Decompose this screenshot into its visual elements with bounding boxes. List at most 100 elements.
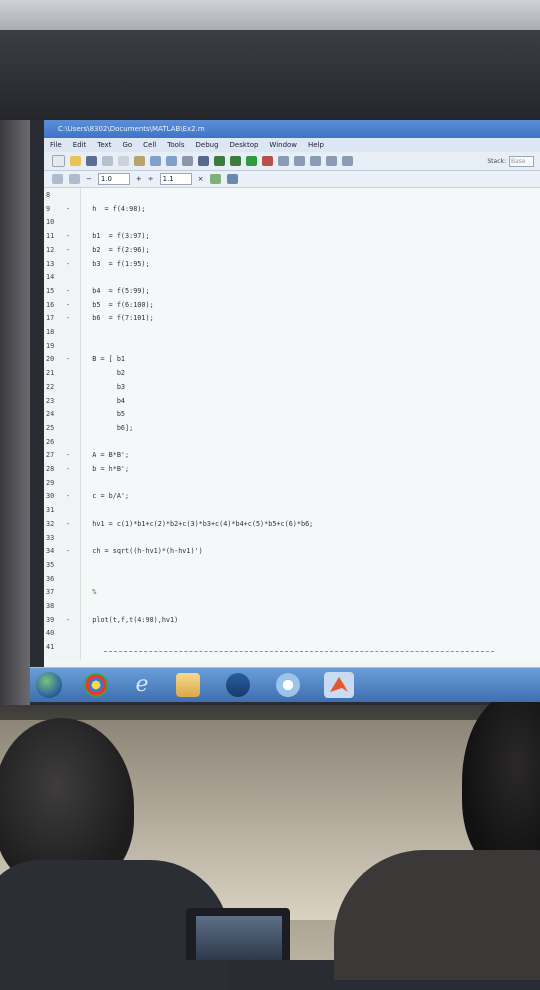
cut-icon[interactable] [102,156,113,166]
messenger-icon[interactable] [276,673,300,697]
code-line[interactable]: 9 - h = f(4:98); [44,204,504,214]
code-line[interactable]: 22 b3 [44,382,504,392]
windows-taskbar: e [30,667,540,702]
code-line[interactable]: 31 [44,505,504,515]
menu-window[interactable]: Window [269,138,297,152]
menu-cell[interactable]: Cell [143,138,156,152]
media-player-icon[interactable] [226,673,250,697]
new-file-icon[interactable] [52,155,65,167]
executable-line-marker[interactable]: - [66,519,70,529]
executable-line-marker[interactable]: - [66,231,70,241]
multiply-button[interactable]: × [198,175,204,183]
increment-button[interactable]: + [136,175,142,183]
code-line[interactable]: 17 - b6 = f(7:101); [44,313,504,323]
code-line[interactable]: 40 [44,628,504,638]
file-explorer-icon[interactable] [176,673,200,697]
executable-line-marker[interactable]: - [66,259,70,269]
code-line[interactable]: 20 - B = [ b1 [44,354,504,364]
code-line[interactable]: 41 [44,642,504,652]
debug-step-icon[interactable] [278,156,289,166]
save-icon[interactable] [86,156,97,166]
cell-eval-icon[interactable] [52,174,63,184]
executable-line-marker[interactable]: - [66,615,70,625]
code-line[interactable]: 29 [44,478,504,488]
code-line[interactable]: 24 b5 [44,409,504,419]
breakpoint-icon[interactable] [262,156,273,166]
chrome-icon[interactable] [84,673,108,697]
code-line[interactable]: 38 [44,601,504,611]
internet-explorer-icon[interactable]: e [130,673,154,697]
run-icon[interactable] [246,156,257,166]
executable-line-marker[interactable]: - [66,286,70,296]
debug-step-in-icon[interactable] [294,156,305,166]
menu-tools[interactable]: Tools [167,138,184,152]
factor-value-input[interactable]: 1.1 [159,173,192,185]
open-folder-icon[interactable] [70,156,81,166]
debug-continue-icon[interactable] [326,156,337,166]
executable-line-marker[interactable]: - [66,464,70,474]
executable-line-marker[interactable]: - [66,491,70,501]
code-line[interactable]: 21 b2 [44,368,504,378]
print-icon[interactable] [182,156,193,166]
code-editor[interactable]: 8 9 - h = f(4:98); 10 11 - b1 = f(3:97); 12 - b… [44,188,540,660]
decrement-button[interactable]: − [86,175,92,183]
code-line[interactable]: 11 - b1 = f(3:97); [44,231,504,241]
code-line[interactable]: 27 - A = B*B'; [44,450,504,460]
line-number: 34 [46,547,55,556]
executable-line-marker[interactable]: - [66,546,70,556]
code-line[interactable]: 28 - b = h*B'; [44,464,504,474]
code-line[interactable]: 14 [44,272,504,282]
menu-edit[interactable]: Edit [73,138,87,152]
executable-line-marker[interactable]: - [66,204,70,214]
redo-icon[interactable] [166,156,177,166]
executable-line-marker[interactable]: - [66,245,70,255]
code-line[interactable]: 26 [44,437,504,447]
code-line[interactable]: 36 [44,574,504,584]
cell-mode-icon[interactable] [209,174,221,184]
divide-button[interactable]: ÷ [148,175,154,183]
zoom-icon[interactable] [226,174,238,184]
executable-line-marker[interactable]: - [66,450,70,460]
back-icon[interactable] [214,156,225,166]
code-line[interactable]: 35 [44,560,504,570]
code-line[interactable]: 25 b6]; [44,423,504,433]
code-line[interactable]: 12 - b2 = f(2:96); [44,245,504,255]
code-line[interactable]: 39 - plot(t,f,t(4:98),hv1) [44,615,504,625]
code-line[interactable]: 23 b4 [44,396,504,406]
menu-file[interactable]: File [50,138,62,152]
debug-exit-icon[interactable] [342,156,353,166]
code-line[interactable]: 37 % [44,587,504,597]
code-line[interactable]: 30 - c = b/A'; [44,491,504,501]
code-line[interactable]: 8 [44,190,504,200]
code-line[interactable]: 10 [44,217,504,227]
forward-icon[interactable] [230,156,241,166]
menu-desktop[interactable]: Desktop [230,138,259,152]
executable-line-marker[interactable]: - [66,300,70,310]
stack-dropdown[interactable]: Base [509,155,534,167]
line-number: 31 [46,506,55,515]
code-line[interactable]: 33 [44,533,504,543]
menu-debug[interactable]: Debug [196,138,219,152]
executable-line-marker[interactable]: - [66,313,70,323]
code-line[interactable]: 19 [44,341,504,351]
copy-icon[interactable] [118,156,129,166]
code-line[interactable]: 32 - hv1 = c(1)*b1+c(2)*b2+c(3)*b3+c(4)*b… [44,519,504,529]
code-line[interactable]: 13 - b3 = f(1:95); [44,259,504,269]
start-button-icon[interactable] [36,672,62,698]
increment-value-input[interactable]: 1.0 [97,173,130,185]
matlab-taskbar-button[interactable] [324,672,354,698]
code-line[interactable]: 15 - b4 = f(5:99); [44,286,504,296]
executable-line-marker[interactable]: - [66,354,70,364]
code-line[interactable]: 34 - ch = sqrt((h-hv1)*(h-hv1)') [44,546,504,556]
paste-icon[interactable] [134,156,145,166]
find-icon[interactable] [198,156,209,166]
undo-icon[interactable] [150,156,161,166]
debug-step-out-icon[interactable] [310,156,321,166]
menu-help[interactable]: Help [308,138,324,152]
menu-go[interactable]: Go [122,138,132,152]
cell-eval-advance-icon[interactable] [69,174,80,184]
code-line[interactable]: 18 [44,327,504,337]
menu-text[interactable]: Text [97,138,111,152]
code-line[interactable]: 16 - b5 = f(6:100); [44,300,504,310]
code-text: % [80,588,97,597]
